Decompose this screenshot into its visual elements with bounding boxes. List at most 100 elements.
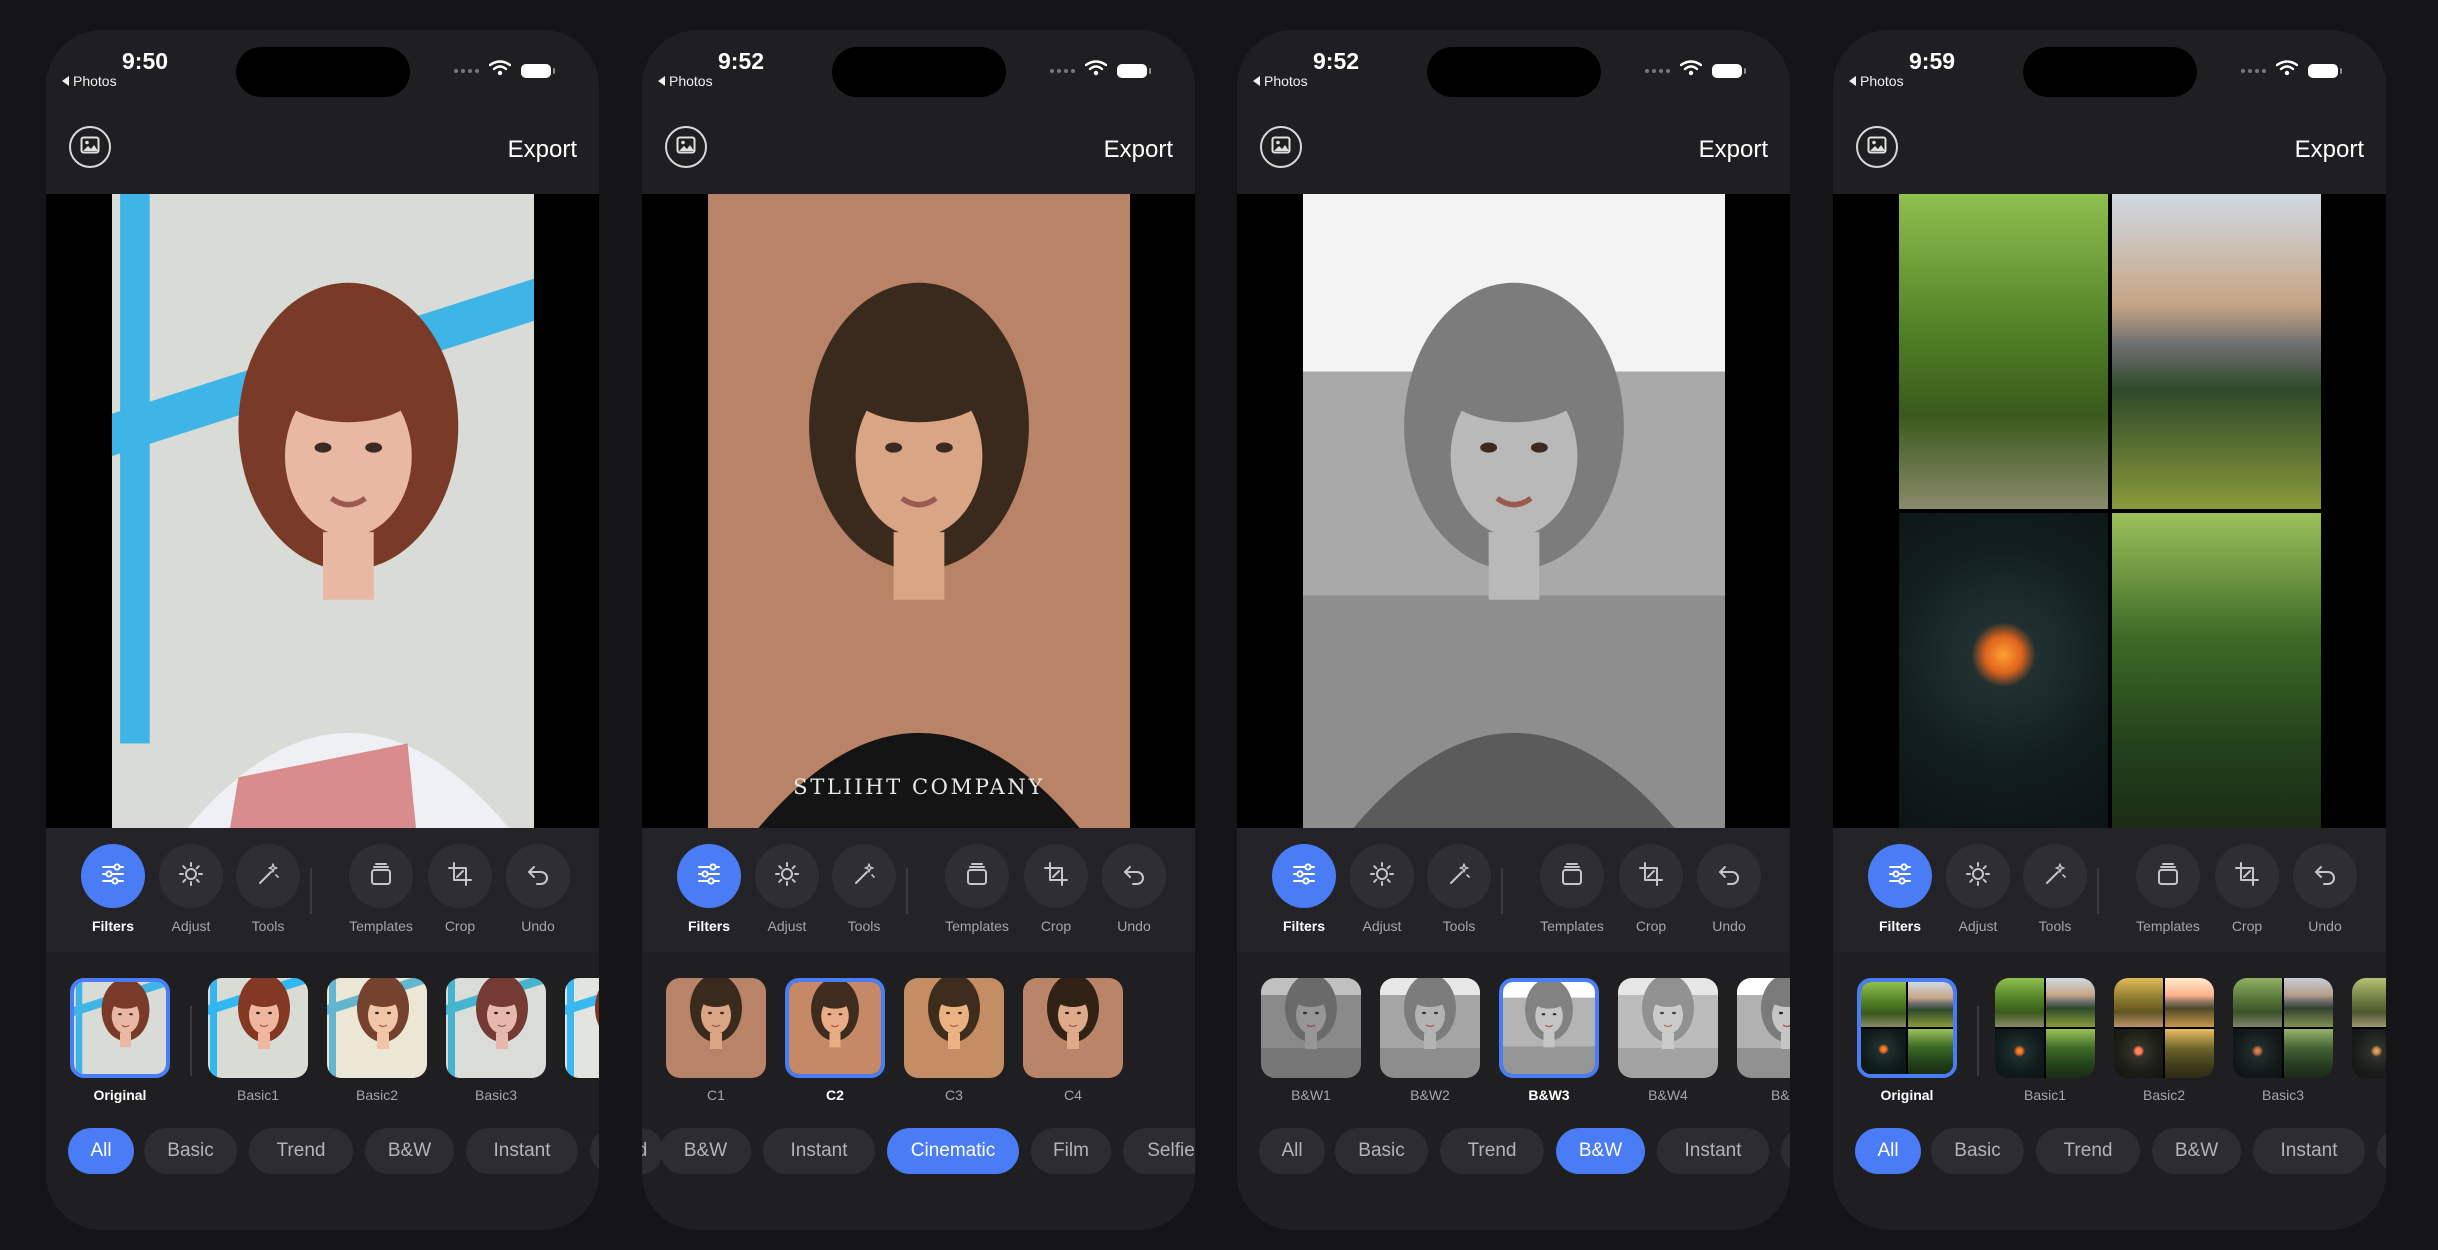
filter-thumb[interactable]: C4 [1023,978,1123,1103]
category-chip[interactable]: Cinematic [887,1128,1019,1174]
back-to-photos-link[interactable]: Photos [1849,73,1904,89]
category-chip[interactable]: Basic [144,1128,237,1174]
export-button[interactable]: Export [1104,136,1173,164]
filter-thumb[interactable]: C1 [666,978,766,1103]
status-icons [1050,60,1151,81]
back-triangle-icon [1253,76,1260,86]
export-button[interactable]: Export [1699,136,1768,164]
back-link-label: Photos [73,73,117,89]
edit-toolbar: Filters Adjust Tools Templates Crop Undo [1237,828,1790,952]
tool-crop[interactable]: Crop [1616,844,1686,934]
tool-filters[interactable]: Filters [1865,844,1935,934]
tool-crop[interactable]: Crop [425,844,495,934]
tool-filters[interactable]: Filters [674,844,744,934]
filter-preview [446,978,546,1078]
status-time: 9:52 [1313,48,1360,74]
battery-icon [1712,63,1746,78]
category-chip[interactable]: B&W [1556,1128,1645,1174]
category-chip[interactable]: Ci [590,1128,599,1174]
filter-thumb[interactable]: B&W4 [1618,978,1718,1103]
back-to-photos-link[interactable]: Photos [1253,73,1308,89]
undo-icon [1714,859,1744,894]
category-chip[interactable]: Instant [466,1128,578,1174]
filter-preview [327,978,427,1078]
category-chip[interactable]: Trend [2036,1128,2140,1174]
tool-undo[interactable]: Undo [1694,844,1764,934]
filter-thumb[interactable]: B&W [1737,978,1790,1103]
tool-undo[interactable]: Undo [2290,844,2360,934]
tool-filters[interactable]: Filters [78,844,148,934]
filter-thumb[interactable]: Basic1 [208,978,308,1103]
gallery-button[interactable] [1260,126,1302,168]
category-chip[interactable]: Selfie [1123,1128,1195,1174]
filter-thumb[interactable]: C2 [785,978,885,1103]
tool-undo[interactable]: Undo [503,844,573,934]
category-chip[interactable]: Instant [1657,1128,1769,1174]
tool-tools[interactable]: Tools [829,844,899,934]
back-to-photos-link[interactable]: Photos [658,73,713,89]
filter-thumb[interactable]: Original [1857,978,1957,1103]
category-chip[interactable]: All [1855,1128,1921,1174]
photo-canvas [1833,194,2386,828]
gallery-button[interactable] [1856,126,1898,168]
tool-crop[interactable]: Crop [1021,844,1091,934]
filter-label: C1 [707,1087,725,1103]
tool-filters[interactable]: Filters [1269,844,1339,934]
tool-adjust[interactable]: Adjust [752,844,822,934]
tool-templates[interactable]: Templates [2133,844,2203,934]
category-chip[interactable]: Instant [763,1128,875,1174]
filter-thumb[interactable]: B&W3 [1499,978,1599,1103]
filter-thumb[interactable]: B&W1 [1261,978,1361,1103]
tool-adjust[interactable]: Adjust [1943,844,2013,934]
filter-thumb[interactable]: Basic3 [446,978,546,1103]
category-chip[interactable]: Instant [2253,1128,2365,1174]
category-chip[interactable]: B&W [660,1128,751,1174]
tool-label: Templates [349,918,413,934]
tool-adjust[interactable]: Adjust [156,844,226,934]
tool-label: Adjust [171,918,211,934]
tool-crop[interactable]: Crop [2212,844,2282,934]
gallery-button[interactable] [665,126,707,168]
category-chip[interactable]: Trend [249,1128,353,1174]
tool-tools[interactable]: Tools [233,844,303,934]
category-chip[interactable]: Ci [1781,1128,1790,1174]
tool-tools[interactable]: Tools [2020,844,2090,934]
category-chip[interactable]: B&W [2152,1128,2241,1174]
category-chip[interactable]: All [1259,1128,1325,1174]
filter-thumb[interactable]: Ba [565,978,599,1103]
tool-templates[interactable]: Templates [1537,844,1607,934]
category-chip[interactable]: Basic [1335,1128,1428,1174]
tool-templates[interactable]: Templates [346,844,416,934]
filter-thumb[interactable]: Basic3 [2233,978,2333,1103]
filter-thumb[interactable]: Basic1 [1995,978,2095,1103]
filter-thumb[interactable]: B [2352,978,2386,1103]
filter-thumb[interactable]: C3 [904,978,1004,1103]
category-chip[interactable]: Ci [2377,1128,2386,1174]
filter-preview [904,978,1004,1078]
filter-thumb[interactable]: Basic2 [327,978,427,1103]
category-chip[interactable]: Film [1031,1128,1111,1174]
tool-circle [832,844,896,908]
category-chip[interactable]: B&W [365,1128,454,1174]
tool-adjust[interactable]: Adjust [1347,844,1417,934]
filter-label: B [2352,1087,2386,1103]
category-chip[interactable]: Basic [1931,1128,2024,1174]
filter-thumb[interactable]: B&W2 [1380,978,1480,1103]
gallery-button[interactable] [69,126,111,168]
tool-circle [2215,844,2279,908]
image-icon [1867,136,1887,159]
back-to-photos-link[interactable]: Photos [62,73,117,89]
category-chip[interactable]: All [68,1128,134,1174]
tool-circle [81,844,145,908]
photo-canvas [46,194,599,828]
tool-templates[interactable]: Templates [942,844,1012,934]
tool-undo[interactable]: Undo [1099,844,1169,934]
category-chip[interactable]: Trend [1440,1128,1544,1174]
export-button[interactable]: Export [2295,136,2364,164]
toolbar-divider [2097,868,2099,914]
category-chip[interactable]: d [642,1128,662,1174]
filter-thumb[interactable]: Basic2 [2114,978,2214,1103]
tool-tools[interactable]: Tools [1424,844,1494,934]
filter-thumb[interactable]: Original [70,978,170,1103]
export-button[interactable]: Export [508,136,577,164]
